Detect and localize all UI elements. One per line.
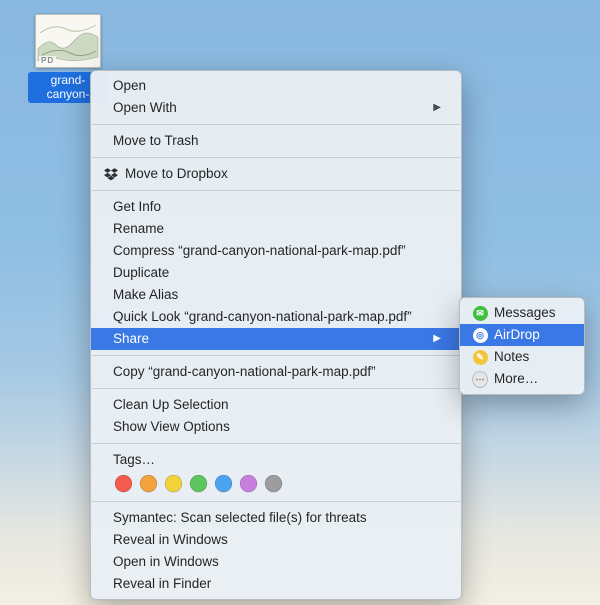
more-icon: ⋯	[472, 371, 488, 387]
context-menu: Open Open With ▶ Move to Trash Move to D…	[90, 70, 462, 600]
menu-reveal-in-finder[interactable]: Reveal in Finder	[91, 573, 461, 595]
menu-move-to-dropbox[interactable]: Move to Dropbox	[91, 163, 461, 185]
share-more[interactable]: ⋯ More…	[460, 368, 584, 390]
chevron-right-icon: ▶	[433, 330, 441, 348]
share-submenu: ✉ Messages ◎ AirDrop ✎ Notes ⋯ More…	[459, 297, 585, 395]
file-thumbnail: PD	[35, 14, 101, 68]
menu-reveal-in-windows[interactable]: Reveal in Windows	[91, 529, 461, 551]
share-airdrop[interactable]: ◎ AirDrop	[460, 324, 584, 346]
tag-orange[interactable]	[140, 475, 157, 492]
menu-open[interactable]: Open	[91, 75, 461, 97]
tag-blue[interactable]	[215, 475, 232, 492]
separator	[92, 388, 460, 389]
separator	[92, 501, 460, 502]
menu-compress[interactable]: Compress “grand-canyon-national-park-map…	[91, 240, 461, 262]
tag-purple[interactable]	[240, 475, 257, 492]
share-messages[interactable]: ✉ Messages	[460, 302, 584, 324]
messages-icon: ✉	[472, 305, 488, 321]
menu-quick-look[interactable]: Quick Look “grand-canyon-national-park-m…	[91, 306, 461, 328]
menu-move-to-trash[interactable]: Move to Trash	[91, 130, 461, 152]
menu-open-with[interactable]: Open With ▶	[91, 97, 461, 119]
share-notes[interactable]: ✎ Notes	[460, 346, 584, 368]
menu-rename[interactable]: Rename	[91, 218, 461, 240]
menu-copy[interactable]: Copy “grand-canyon-national-park-map.pdf…	[91, 361, 461, 383]
separator	[92, 124, 460, 125]
menu-tags[interactable]: Tags…	[91, 449, 461, 471]
separator	[92, 443, 460, 444]
dropbox-icon	[103, 166, 119, 182]
airdrop-icon: ◎	[472, 327, 488, 343]
menu-share[interactable]: Share ▶	[91, 328, 461, 350]
separator	[92, 157, 460, 158]
menu-make-alias[interactable]: Make Alias	[91, 284, 461, 306]
file-type-badge: PD	[39, 56, 56, 65]
separator	[92, 355, 460, 356]
notes-icon: ✎	[472, 349, 488, 365]
menu-show-view-options[interactable]: Show View Options	[91, 416, 461, 438]
separator	[92, 190, 460, 191]
menu-clean-up[interactable]: Clean Up Selection	[91, 394, 461, 416]
tag-yellow[interactable]	[165, 475, 182, 492]
menu-duplicate[interactable]: Duplicate	[91, 262, 461, 284]
chevron-right-icon: ▶	[433, 99, 441, 117]
tags-row	[91, 471, 461, 496]
tag-green[interactable]	[190, 475, 207, 492]
tag-red[interactable]	[115, 475, 132, 492]
menu-get-info[interactable]: Get Info	[91, 196, 461, 218]
tag-gray[interactable]	[265, 475, 282, 492]
menu-symantec-scan[interactable]: Symantec: Scan selected file(s) for thre…	[91, 507, 461, 529]
menu-open-in-windows[interactable]: Open in Windows	[91, 551, 461, 573]
